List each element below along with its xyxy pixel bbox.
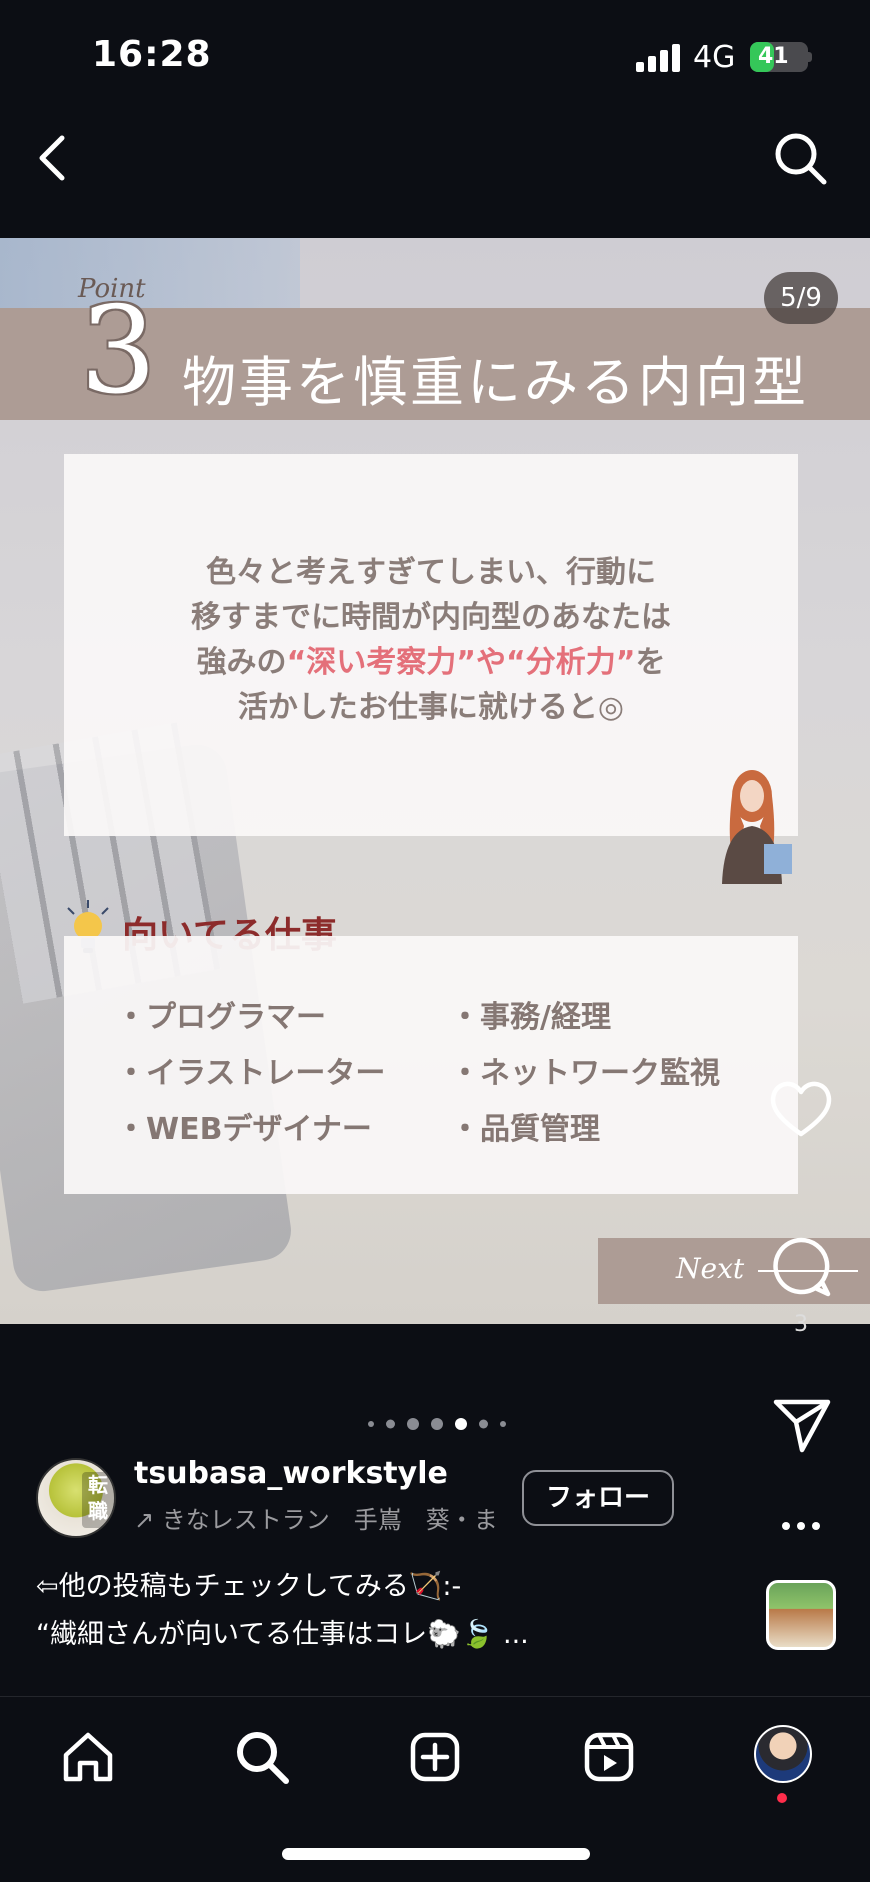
job-item: ・品質管理 (450, 1112, 600, 1147)
send-icon (773, 1399, 831, 1453)
job-item: ・ネットワーク監視 (450, 1056, 720, 1091)
chevron-left-icon (39, 135, 65, 181)
comment-icon (773, 1237, 831, 1297)
carousel-dot-active (455, 1418, 467, 1430)
carousel-dot (386, 1419, 395, 1429)
carousel-dot (368, 1421, 374, 1427)
author-avatar[interactable]: 転職 (36, 1458, 116, 1538)
like-button[interactable] (762, 1070, 840, 1148)
job-item: ・プログラマー (116, 1000, 326, 1035)
battery-icon: 41 (750, 42, 808, 72)
search-icon (237, 1732, 289, 1784)
highlight-text: “深い考察力”や“分析力” (286, 645, 636, 680)
music-label[interactable]: ↗ きなレストラン 手嶌 葵・ま (134, 1500, 504, 1535)
back-button[interactable] (30, 130, 80, 186)
caption-text: “繊細さんが向いてる仕事はコレ🐑🍃 (36, 1619, 495, 1650)
audio-thumbnail[interactable] (766, 1580, 836, 1650)
jobs-card: ・プログラマー ・事務/経理 ・イラストレーター ・ネットワーク監視 ・WEBデ… (64, 936, 798, 1194)
search-button[interactable] (772, 130, 830, 188)
battery-level: 41 (758, 44, 789, 69)
comment-count: 3 (794, 1312, 808, 1337)
description-card: 色々と考えすぎてしまい、行動に 移すまでに時間が内向型のあなたは 強みの“深い考… (64, 454, 798, 836)
author-username[interactable]: tsubasa_workstyle (134, 1456, 448, 1491)
point-number: 3 (80, 282, 157, 421)
tab-profile-avatar[interactable] (754, 1725, 812, 1783)
tab-home[interactable] (58, 1727, 118, 1787)
description-line: 色々と考えすぎてしまい、行動に (206, 555, 656, 590)
notification-dot (777, 1793, 787, 1803)
bottom-tab-bar (0, 1696, 870, 1882)
reels-icon (584, 1732, 634, 1782)
more-options-button[interactable] (762, 1480, 840, 1558)
caption-line[interactable]: “繊細さんが向いてる仕事はコレ🐑🍃 ... (36, 1612, 529, 1651)
post-title: 物事を慎重にみる内向型 (182, 351, 809, 414)
post-image[interactable]: Point 3 物事を慎重にみる内向型 5/9 色々と考えすぎてしまい、行動に … (0, 238, 870, 1324)
home-indicator (282, 1848, 590, 1860)
carousel-dots (362, 1414, 512, 1434)
home-icon (63, 1732, 113, 1782)
comment-button[interactable] (762, 1228, 840, 1306)
signal-icon (636, 44, 680, 72)
share-button[interactable] (762, 1384, 840, 1462)
tab-reels[interactable] (579, 1727, 639, 1787)
job-item: ・事務/経理 (450, 1000, 611, 1035)
carousel-dot (431, 1418, 443, 1430)
page-counter: 5/9 (764, 272, 838, 324)
job-item: ・WEBデザイナー (116, 1112, 372, 1147)
carousel-dot (500, 1421, 506, 1427)
caption-line: ⇦他の投稿もチェックしてみる🏹:- (36, 1571, 462, 1602)
carousel-dot (407, 1418, 419, 1430)
description-line: 強みの“深い考察力”や“分析力”を (196, 645, 666, 680)
status-time: 16:28 (92, 34, 212, 75)
more-icon (782, 1522, 820, 1530)
network-label: 4G (693, 40, 736, 75)
avatar-badge: 転職 (82, 1472, 114, 1528)
description-line: 活かしたお仕事に就けると◎ (237, 690, 625, 725)
next-label: Next (676, 1252, 745, 1285)
woman-illustration (722, 770, 792, 884)
carousel-dot (479, 1419, 488, 1429)
caption-more-link[interactable]: ... (494, 1619, 529, 1650)
heart-icon (770, 1081, 832, 1137)
tab-search[interactable] (232, 1727, 292, 1787)
status-bar: 16:28 4G 41 (0, 0, 870, 110)
description-text: 色々と考えすぎてしまい、行動に 移すまでに時間が内向型のあなたは 強みの“深い考… (64, 550, 798, 730)
create-icon (410, 1732, 460, 1782)
search-icon (775, 133, 827, 185)
description-line: 移すまでに時間が内向型のあなたは (191, 600, 671, 635)
battery-tip (808, 52, 812, 62)
tab-create[interactable] (405, 1727, 465, 1787)
job-item: ・イラストレーター (116, 1056, 386, 1091)
follow-button[interactable]: フォロー (522, 1470, 674, 1526)
